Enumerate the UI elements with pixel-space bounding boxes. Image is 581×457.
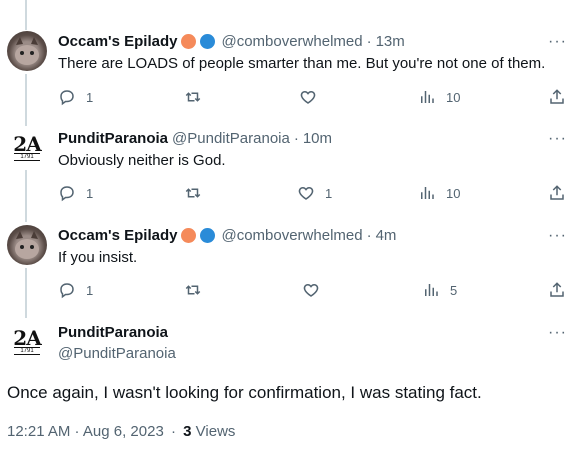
thread-line: [25, 170, 27, 222]
separator: ·: [170, 423, 176, 440]
avatar[interactable]: 2A 1791: [7, 128, 47, 168]
handle[interactable]: @PunditParanoia: [58, 345, 176, 362]
share-button[interactable]: [548, 88, 566, 106]
avatar[interactable]: [7, 225, 47, 265]
tweet-text: If you insist.: [58, 249, 138, 266]
handle[interactable]: @comboverwhelmed: [221, 227, 362, 244]
view-count: 10: [446, 185, 461, 201]
share-icon: [550, 185, 564, 200]
like-button[interactable]: [302, 281, 320, 299]
logo-text: 2A: [13, 132, 41, 156]
reply-icon: [60, 186, 74, 202]
tweet-header: PunditParanoia @PunditParanoia · 10m: [58, 130, 332, 147]
tweet-text: There are LOADS of people smarter than m…: [58, 55, 546, 72]
view-count: 10: [446, 89, 461, 105]
timestamp[interactable]: 13m: [376, 33, 405, 50]
reply-button[interactable]: 1: [58, 281, 93, 299]
peach-emoji-icon: [181, 228, 197, 243]
heart-icon: [300, 90, 316, 104]
views-button[interactable]: 10: [418, 184, 460, 202]
share-button[interactable]: [548, 184, 566, 202]
share-button[interactable]: [548, 281, 566, 299]
tweet-timestamp[interactable]: 12:21 AM · Aug 6, 2023: [7, 423, 164, 440]
views-label: Views: [195, 423, 236, 440]
views-icon: [421, 91, 434, 103]
tweet-text: Obviously neither is God.: [58, 152, 226, 169]
logo-subtext: 1791: [14, 347, 40, 355]
more-options-icon[interactable]: ···: [548, 324, 567, 342]
views-count: 3: [183, 423, 192, 440]
separator: ·: [366, 227, 372, 244]
views-button[interactable]: 10: [418, 88, 460, 106]
like-count: 3: [328, 0, 335, 3]
wave-emoji-icon: [200, 228, 216, 243]
heart-icon: [298, 186, 314, 200]
display-name[interactable]: Occam's Epilady: [58, 227, 177, 244]
thread-line: [25, 74, 27, 126]
retweet-button[interactable]: [184, 281, 202, 299]
handle[interactable]: @PunditParanoia: [172, 130, 290, 147]
reply-count: 1: [86, 282, 94, 298]
avatar[interactable]: 2A 1791: [7, 322, 47, 362]
more-options-icon[interactable]: ···: [548, 227, 567, 245]
main-tweet-name: PunditParanoia: [58, 324, 168, 341]
retweet-icon: [185, 188, 201, 198]
views-button[interactable]: 5: [422, 281, 457, 299]
thread-line: [25, 268, 27, 318]
retweet-icon: [185, 92, 201, 102]
reply-icon: [60, 283, 74, 299]
retweet-button[interactable]: [184, 88, 202, 106]
top-action-row: 3 3 10: [0, 0, 581, 6]
timestamp[interactable]: 4m: [376, 227, 397, 244]
display-name[interactable]: PunditParanoia: [58, 130, 168, 147]
handle[interactable]: @comboverwhelmed: [221, 33, 362, 50]
more-options-icon[interactable]: ···: [548, 130, 567, 148]
like-button[interactable]: [299, 88, 317, 106]
retweet-icon: [185, 285, 201, 295]
reply-button[interactable]: 1: [58, 184, 93, 202]
reply-count: 3: [88, 0, 95, 3]
reply-count: 1: [86, 89, 94, 105]
views-icon: [425, 284, 438, 296]
reply-count: 1: [86, 185, 94, 201]
share-icon: [550, 89, 564, 104]
timestamp[interactable]: 10m: [303, 130, 332, 147]
like-button[interactable]: 1: [297, 184, 332, 202]
wave-emoji-icon: [200, 34, 216, 49]
view-count: 5: [450, 282, 458, 298]
main-tweet-text: Once again, I wasn't looking for confirm…: [7, 383, 482, 402]
display-name[interactable]: PunditParanoia: [58, 324, 168, 341]
logo-text: 2A: [13, 326, 41, 350]
tweet-header: Occam's Epilady @comboverwhelmed · 4m: [58, 227, 396, 244]
heart-icon: [303, 283, 319, 297]
tweet-meta: 12:21 AM · Aug 6, 2023 · 3 Views: [7, 423, 235, 440]
views-icon: [421, 187, 434, 199]
reply-icon: [60, 90, 74, 106]
main-tweet-handle: @PunditParanoia: [58, 345, 176, 362]
avatar[interactable]: [7, 31, 47, 71]
separator: ·: [293, 130, 299, 147]
display-name[interactable]: Occam's Epilady: [58, 33, 177, 50]
reply-button[interactable]: 1: [58, 88, 93, 106]
peach-emoji-icon: [181, 34, 197, 49]
logo-subtext: 1791: [14, 153, 40, 161]
like-count: 1: [325, 185, 333, 201]
separator: ·: [366, 33, 372, 50]
retweet-button[interactable]: [184, 184, 202, 202]
view-count: 10: [450, 0, 464, 3]
share-icon: [550, 282, 564, 297]
tweet-header: Occam's Epilady @comboverwhelmed · 13m: [58, 33, 405, 50]
more-options-icon[interactable]: ···: [548, 33, 567, 51]
